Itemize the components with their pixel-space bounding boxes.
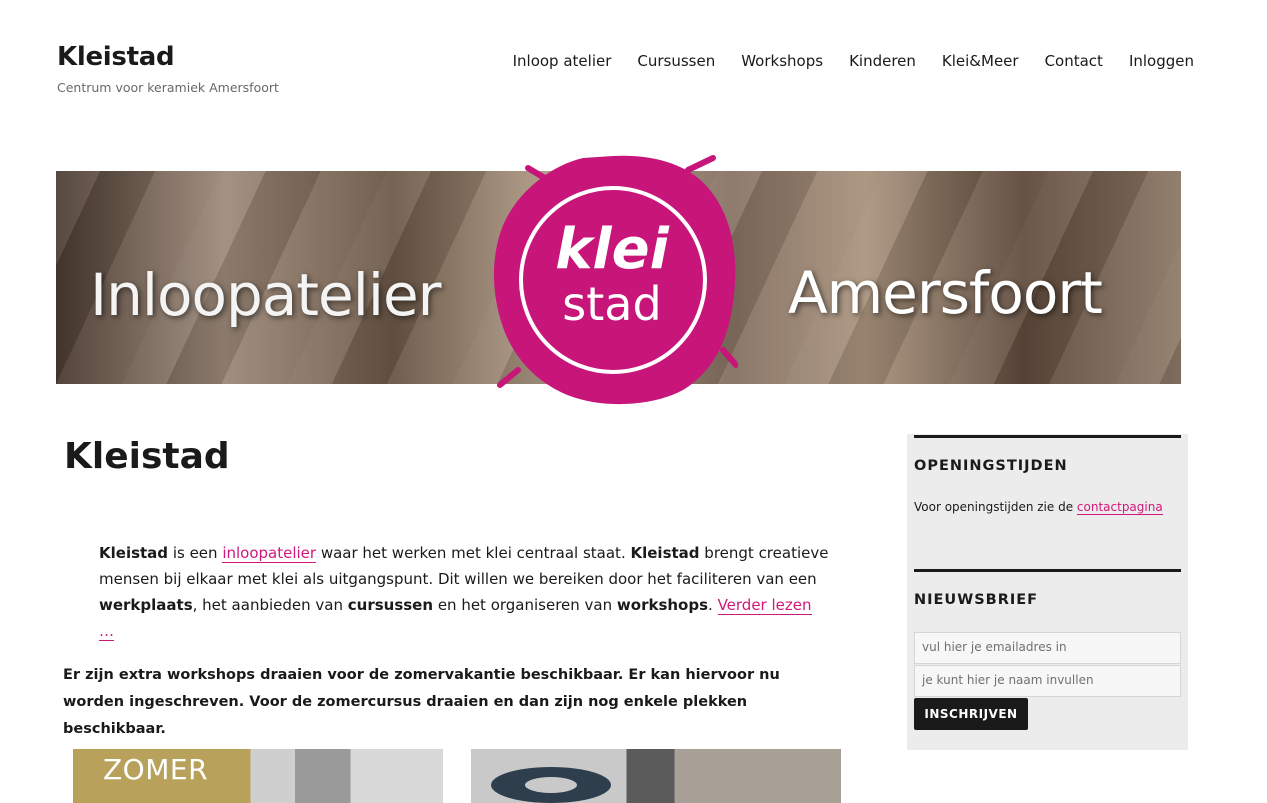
intro-text: waar het werken met klei centraal staat. [316, 544, 631, 562]
nav-item-workshops[interactable]: Workshops [741, 52, 823, 70]
main-navigation: Inloop atelier Cursussen Workshops Kinde… [513, 52, 1194, 70]
nav-item-inloop-atelier[interactable]: Inloop atelier [513, 52, 612, 70]
newsletter-signup-button[interactable]: INSCHRIJVEN [914, 698, 1028, 730]
zomer-image[interactable]: ZOMER [73, 749, 443, 803]
site-description: Centrum voor keramiek Amersfoort [57, 80, 279, 95]
widget-divider [914, 569, 1181, 572]
intro-text: en het organiseren van [433, 596, 617, 614]
logo-text-stad: stad [562, 277, 661, 331]
intro-paragraph: Kleistad is een inloopatelier waar het w… [99, 540, 829, 644]
newsletter-title: NIEUWSBRIEF [914, 592, 1039, 608]
newsletter-name-input[interactable]: je kunt hier je naam invullen [914, 665, 1181, 697]
nav-item-cursussen[interactable]: Cursussen [637, 52, 715, 70]
summer-notice: Er zijn extra workshops draaien voor de … [63, 667, 780, 737]
banner-text-right: Amersfoort [788, 259, 1103, 327]
nav-item-contact[interactable]: Contact [1045, 52, 1103, 70]
contact-page-link[interactable]: contactpagina [1076, 500, 1163, 515]
intro-text: , het aanbieden van [192, 596, 348, 614]
intro-bold-workshops: workshops [616, 596, 709, 614]
kleistad-logo: klei stad [493, 155, 738, 405]
opening-hours-text: Voor openingstijden zie de contactpagina [914, 500, 1163, 515]
zomer-image-label: ZOMER [103, 753, 209, 786]
intro-bold-kleistad: Kleistad [99, 544, 169, 562]
intro-bold-cursussen: cursussen [347, 596, 434, 614]
nav-item-klei-meer[interactable]: Klei&Meer [942, 52, 1019, 70]
header-banner[interactable]: Inloopatelier Amersfoort klei stad [56, 148, 1181, 408]
nav-item-kinderen[interactable]: Kinderen [849, 52, 916, 70]
intro-text: . [708, 596, 718, 614]
inloopatelier-link[interactable]: inloopatelier [222, 544, 317, 563]
page-title: Kleistad [64, 436, 230, 477]
ceramic-ring-shape [491, 767, 611, 803]
nav-item-inloggen[interactable]: Inloggen [1129, 52, 1194, 70]
intro-text: is een [168, 544, 223, 562]
widget-divider [914, 435, 1181, 438]
intro-bold-kleistad-2: Kleistad [630, 544, 700, 562]
logo-text-klei: klei [555, 217, 669, 282]
site-title[interactable]: Kleistad [57, 42, 175, 72]
newsletter-email-input[interactable]: vul hier je emailadres in [914, 632, 1181, 664]
opening-hours-title: OPENINGSTIJDEN [914, 458, 1068, 474]
opening-hours-text-label: Voor openingstijden zie de [914, 500, 1077, 514]
intro-bold-werkplaats: werkplaats [99, 596, 193, 614]
banner-text-left: Inloopatelier [90, 261, 441, 329]
workshop-image[interactable] [471, 749, 841, 803]
sidebar: OPENINGSTIJDEN Voor openingstijden zie d… [907, 434, 1188, 750]
